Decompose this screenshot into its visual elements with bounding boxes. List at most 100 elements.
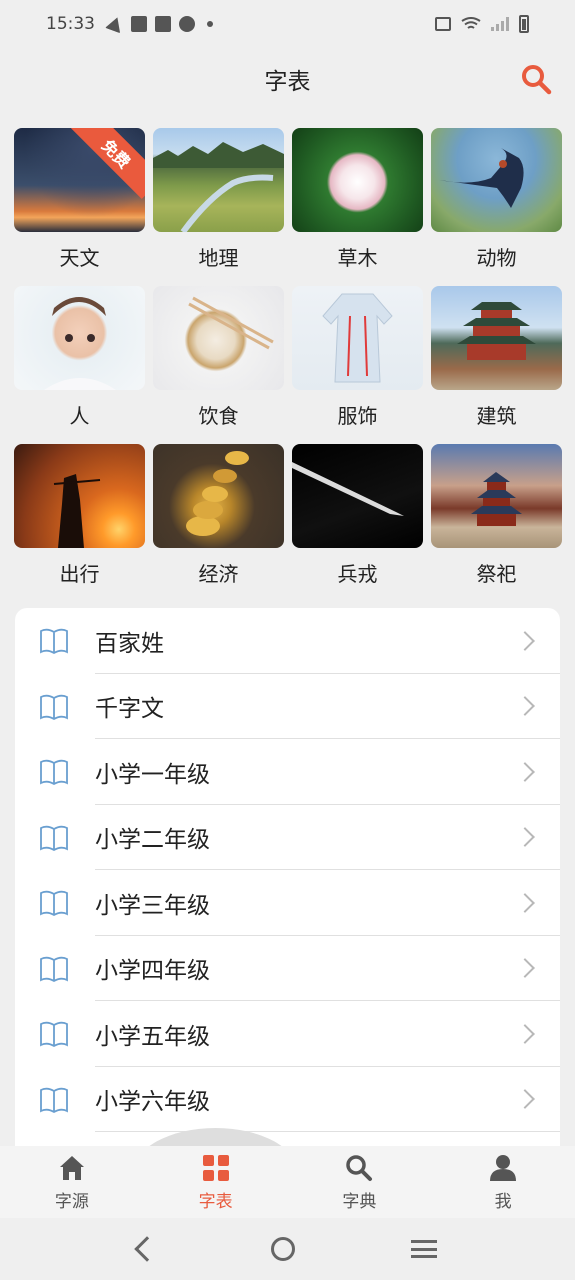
tab-label: 我 [494,1191,512,1212]
free-badge: 免费 [71,128,145,199]
astronomy-image: 免费 [14,128,145,232]
category-food[interactable]: 饮食 [153,286,284,444]
user-icon [490,1154,517,1181]
clothing-image [292,286,423,390]
list-item-label: 小学五年级 [95,1023,210,1050]
home-icon [59,1155,84,1180]
notification-icon [131,16,147,32]
list-item[interactable]: 小学三年级 [15,870,560,936]
notification-icon [155,16,171,32]
chevron-right-icon [515,630,535,651]
status-time: 15:33 [46,14,95,34]
tab-label: 字源 [54,1191,89,1212]
list-item-label: 小学三年级 [95,892,210,919]
tab-origins[interactable]: 字源 [0,1146,144,1218]
search-icon[interactable] [519,62,553,96]
category-label: 祭祀 [476,562,517,586]
list-item-label: 小学一年级 [95,761,210,788]
list-item-label: 小学六年级 [95,1089,210,1116]
travel-image [14,444,145,548]
category-travel[interactable]: 出行 [14,444,145,602]
book-icon [40,825,68,851]
category-label: 兵戎 [337,562,378,586]
animals-image [431,128,562,232]
book-icon [40,759,68,786]
vibrate-icon [435,17,451,31]
category-label: 动物 [476,246,517,270]
tab-me[interactable]: 我 [431,1146,575,1218]
more-notifications-dot [207,21,213,27]
category-geography[interactable]: 地理 [153,128,284,286]
back-icon[interactable] [134,1236,160,1262]
list-item-label: 小学二年级 [95,827,210,854]
home-circle-icon[interactable] [271,1237,296,1261]
chevron-right-icon [515,827,535,848]
military-image [292,444,423,548]
page-title: 字表 [264,69,311,95]
category-clothing[interactable]: 服饰 [292,286,423,444]
list-item[interactable]: 千字文 [15,674,560,739]
rites-image [431,444,562,548]
list-item[interactable]: 小学二年级 [15,805,560,870]
list-item-label: 小学四年级 [95,958,210,985]
header: 字表 [0,50,575,108]
wordlist-list: 百家姓 千字文 小学一年级 小学二年级 小学三年级 小学四年级 小学五年级 小学… [15,608,560,1168]
list-item-label: 千字文 [95,696,164,723]
chevron-right-icon [515,1023,535,1044]
chevron-right-icon [515,761,535,782]
category-label: 出行 [59,562,100,586]
battery-icon [519,15,529,33]
category-architecture[interactable]: 建筑 [431,286,562,444]
category-label: 草木 [337,246,378,270]
category-label: 人 [69,404,90,428]
tab-label: 字表 [198,1191,233,1212]
architecture-image [431,286,562,390]
food-image [153,286,284,390]
category-grid: 免费 天文 地理 草木 动物 人 饮食 服饰 建筑 出行 经济 兵戎 祭祀 [14,128,562,602]
chevron-right-icon [515,958,535,979]
gauge-icon [179,16,195,32]
list-item[interactable]: 百家姓 [15,608,560,674]
menu-icon[interactable] [411,1240,438,1258]
grid-icon [202,1154,229,1181]
economy-image [153,444,284,548]
list-item-label: 百家姓 [95,630,164,657]
divider [95,1131,560,1132]
list-item[interactable]: 小学六年级 [15,1067,560,1132]
wifi-icon [461,17,481,29]
book-icon [40,694,68,720]
category-astronomy[interactable]: 免费 天文 [14,128,145,286]
chevron-right-icon [515,892,535,913]
tab-label: 字典 [342,1191,377,1212]
book-icon [40,1087,68,1113]
book-icon [40,890,68,917]
chevron-right-icon [515,1089,535,1110]
status-right [435,15,529,33]
tab-dictionary[interactable]: 字典 [288,1146,432,1218]
book-icon [40,628,68,655]
plants-image [292,128,423,232]
bottom-nav: 字源 字表 字典 我 [0,1146,575,1218]
category-label: 饮食 [198,404,239,428]
tab-wordlist[interactable]: 字表 [144,1146,288,1218]
list-item[interactable]: 小学五年级 [15,1001,560,1067]
category-people[interactable]: 人 [14,286,145,444]
category-plants[interactable]: 草木 [292,128,423,286]
status-left: 15:33 [46,14,213,34]
book-icon [40,956,68,982]
geography-image [153,128,284,232]
category-label: 地理 [198,246,239,270]
category-economy[interactable]: 经济 [153,444,284,602]
search-icon [346,1154,373,1181]
category-animals[interactable]: 动物 [431,128,562,286]
list-item[interactable]: 小学四年级 [15,936,560,1001]
list-item[interactable]: 小学一年级 [15,739,560,805]
category-rites[interactable]: 祭祀 [431,444,562,602]
category-military[interactable]: 兵戎 [292,444,423,602]
category-label: 建筑 [476,404,517,428]
category-label: 天文 [59,246,100,270]
system-nav-bar [0,1218,575,1280]
chevron-right-icon [515,696,535,717]
people-image [14,286,145,390]
book-icon [40,1021,68,1048]
